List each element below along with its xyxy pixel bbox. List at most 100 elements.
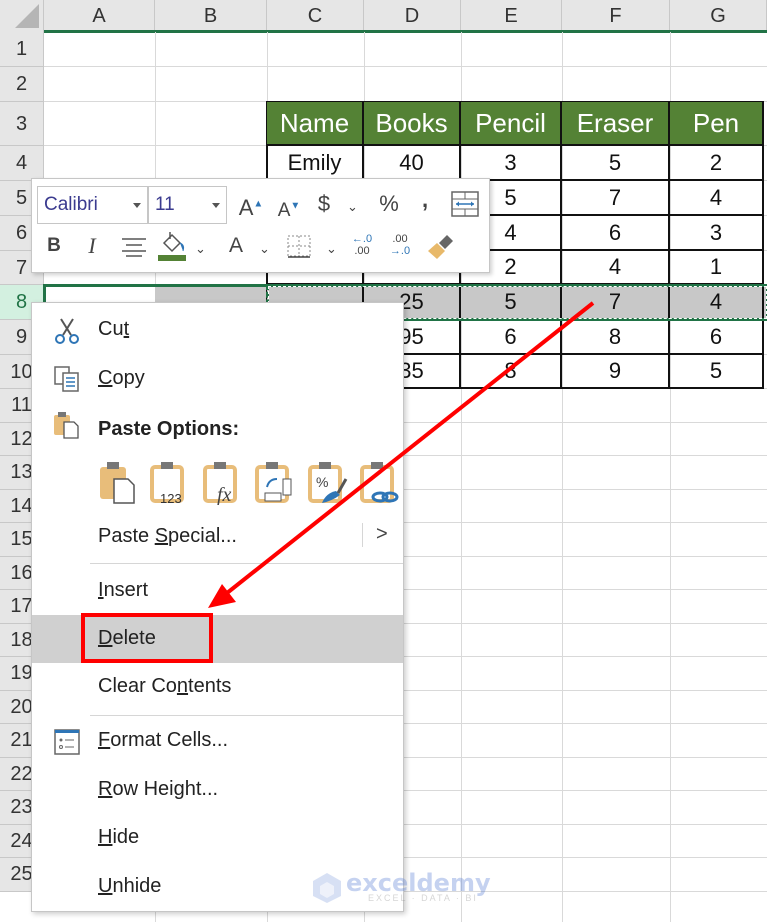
decrease-decimal-button[interactable]: .00 →.0	[386, 233, 414, 257]
menu-item-label: Cut	[98, 318, 130, 340]
percent-style-button[interactable]: %	[374, 189, 404, 219]
borders-button[interactable]	[286, 235, 312, 267]
menu-separator	[90, 563, 403, 564]
column-header-d[interactable]: D	[364, 0, 461, 32]
svg-text:fx: fx	[217, 484, 232, 505]
table-cell-eraser[interactable]: 9	[562, 355, 670, 389]
menu-item-cut[interactable]: Cut	[32, 308, 403, 352]
increase-font-size-button[interactable]: A▲	[236, 190, 266, 223]
table-cell-pencil[interactable]: 5	[461, 285, 562, 320]
row-header-2[interactable]: 2	[0, 67, 44, 102]
table-cell-eraser[interactable]: 6	[562, 216, 670, 251]
table-cell-name[interactable]: Emily	[267, 146, 364, 181]
paste-options-icon	[54, 412, 79, 439]
mini-toolbar: Calibri 11 A▲ A▼ $ ⌄ % , B I ⌄ A ⌄ ⌄ ←.0…	[31, 178, 490, 273]
chevron-down-icon	[212, 203, 220, 208]
chevron-down-icon[interactable]: ⌄	[326, 241, 337, 257]
menu-item-insert[interactable]: Insert	[32, 569, 403, 613]
menu-item-label: Copy	[98, 367, 145, 389]
column-header-a[interactable]: A	[44, 0, 155, 32]
italic-button[interactable]: I	[82, 231, 102, 261]
select-all-corner[interactable]	[0, 0, 44, 32]
wrap-text-icon	[451, 191, 479, 217]
table-cell-eraser[interactable]: 8	[562, 320, 670, 355]
align-center-icon	[122, 238, 146, 257]
row-header-1[interactable]: 1	[0, 32, 44, 67]
menu-item-format-cells[interactable]: Format Cells...	[32, 719, 403, 763]
table-cell-pen[interactable]: 2	[670, 146, 764, 181]
menu-item-label: Insert	[98, 579, 149, 601]
table-cell-pen[interactable]: 3	[670, 216, 764, 251]
column-header-c[interactable]: C	[267, 0, 364, 32]
table-cell-pen[interactable]: 1	[670, 251, 764, 285]
paste-transpose-icon[interactable]	[255, 461, 295, 505]
column-header-f[interactable]: F	[562, 0, 670, 32]
paste-formulas-icon[interactable]: fx	[203, 461, 243, 505]
table-header-cell[interactable]: Pen	[670, 102, 764, 146]
table-cell-eraser[interactable]: 5	[562, 146, 670, 181]
font-size-dropdown[interactable]: 11	[148, 186, 227, 224]
watermark-tagline: EXCEL · DATA · BI	[368, 893, 478, 903]
table-cell-eraser[interactable]: 4	[562, 251, 670, 285]
font-color-button[interactable]: A	[224, 231, 248, 261]
decrease-decimal-icon-bottom: →.0	[389, 245, 411, 257]
table-header-cell[interactable]: Name	[267, 102, 364, 146]
menu-item-clear-contents[interactable]: Clear Contents	[32, 665, 403, 709]
table-header-cell[interactable]: Books	[364, 102, 461, 146]
menu-item-label: Unhide	[98, 875, 162, 897]
paste-values-icon[interactable]: 123	[150, 461, 190, 505]
decrease-font-size-button[interactable]: A▼	[274, 192, 304, 226]
font-name-dropdown[interactable]: Calibri	[37, 186, 148, 224]
chevron-down-icon[interactable]: ⌄	[259, 241, 270, 257]
fill-color-button[interactable]	[157, 229, 187, 263]
table-cell-eraser[interactable]: 7	[562, 285, 670, 320]
exceldemy-watermark: exceldemy EXCEL · DATA · BI	[312, 869, 491, 904]
table-header-cell[interactable]: Eraser	[562, 102, 670, 146]
menu-item-paste-special[interactable]: Paste Special... >	[32, 515, 403, 559]
table-cell-pencil[interactable]: 3	[461, 146, 562, 181]
chevron-down-icon[interactable]: ⌄	[195, 241, 206, 257]
increase-decimal-icon-top: ←.0	[351, 233, 373, 245]
column-header-selection-line	[44, 30, 767, 33]
table-header-cell[interactable]: Pencil	[461, 102, 562, 146]
menu-item-row-height[interactable]: Row Height...	[32, 768, 403, 812]
column-header-g[interactable]: G	[670, 0, 767, 32]
paste-link-icon[interactable]	[360, 461, 400, 505]
chevron-down-icon[interactable]: ⌄	[347, 199, 358, 215]
table-cell-pen[interactable]: 5	[670, 355, 764, 389]
column-header-e[interactable]: E	[461, 0, 562, 32]
table-cell-pen[interactable]: 4	[670, 181, 764, 216]
submenu-divider	[362, 523, 363, 547]
table-cell-eraser[interactable]: 7	[562, 181, 670, 216]
format-painter-button[interactable]	[425, 231, 457, 261]
increase-decimal-button[interactable]: ←.0 .00	[348, 233, 376, 257]
center-align-button[interactable]	[120, 235, 148, 265]
paste-icon[interactable]	[98, 461, 138, 505]
menu-item-copy[interactable]: Copy	[32, 357, 403, 401]
font-name-value: Calibri	[44, 194, 98, 215]
format-painter-icon	[428, 235, 453, 259]
bold-button[interactable]: B	[44, 231, 64, 261]
table-cell-pencil[interactable]: 8	[461, 355, 562, 389]
comma-style-button[interactable]: ,	[415, 185, 435, 215]
menu-item-label: Row Height...	[98, 778, 219, 800]
watermark-brand: exceldemy	[346, 869, 491, 897]
table-cell-pencil[interactable]: 6	[461, 320, 562, 355]
row-header-3[interactable]: 3	[0, 102, 44, 146]
chevron-right-icon[interactable]: >	[376, 523, 388, 546]
table-cell-pen[interactable]: 4	[670, 285, 764, 320]
menu-item-label: Paste Special...	[98, 525, 237, 547]
decrease-decimal-icon-top: .00	[392, 233, 408, 245]
wrap-text-button[interactable]	[451, 191, 479, 217]
table-cell-pen[interactable]: 6	[670, 320, 764, 355]
menu-item-label: Format Cells...	[98, 729, 229, 751]
column-header-b[interactable]: B	[155, 0, 267, 32]
currency-format-button[interactable]: $	[312, 189, 336, 219]
paste-options-heading: Paste Options:	[98, 418, 240, 440]
menu-item-hide[interactable]: Hide	[32, 816, 403, 860]
row-header-4[interactable]: 4	[0, 146, 44, 181]
paste-formatting-icon[interactable]: %	[308, 461, 348, 505]
table-cell-books[interactable]: 40	[364, 146, 461, 181]
borders-icon	[287, 235, 311, 258]
select-all-triangle-icon	[15, 4, 39, 28]
